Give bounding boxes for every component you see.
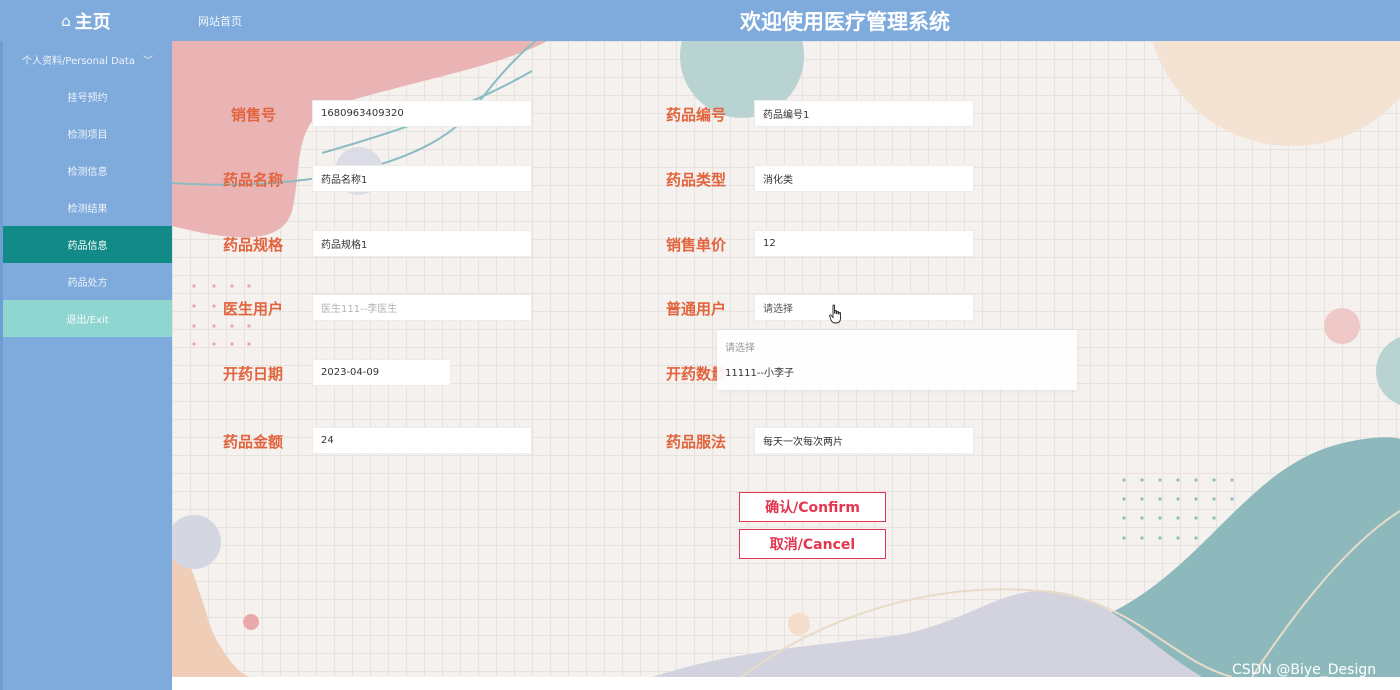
drug-code-label: 药品编号 [666, 106, 727, 124]
unit-price-label: 销售单价 [666, 236, 727, 254]
dropdown-option-placeholder[interactable]: 请选择 [717, 334, 1077, 359]
csdn-watermark: CSDN @Biye_Design [1232, 662, 1377, 678]
drug-type-input[interactable]: 消化类 [754, 165, 974, 192]
sidebar-item-test-items[interactable]: 检测项目 [3, 115, 172, 152]
sidebar-group-label: 个人资料/Personal Data [22, 56, 135, 67]
home-link[interactable]: ⌂ 主页 [0, 0, 172, 41]
confirm-button[interactable]: 确认/Confirm [739, 492, 886, 522]
drug-name-label: 药品名称 [223, 171, 284, 189]
site-home-link[interactable]: 网站首页 [198, 13, 242, 29]
home-icon: ⌂ [61, 11, 71, 30]
dropdown-option-user[interactable]: 11111--小李子 [717, 359, 1077, 384]
doctor-user-label: 医生用户 [223, 300, 284, 318]
sidebar-item-prescription[interactable]: 药品处方 [3, 263, 172, 300]
hand-cursor-icon [829, 304, 841, 324]
bottom-strip [172, 677, 1400, 690]
drug-name-input[interactable]: 药品名称1 [312, 165, 532, 192]
chevron-down-icon: ﹀ [142, 56, 153, 67]
normal-user-label: 普通用户 [666, 300, 727, 318]
drug-amount-label: 药品金额 [223, 433, 284, 451]
sidebar-item-test-results[interactable]: 检测结果 [3, 189, 172, 226]
prescribe-date-label: 开药日期 [223, 365, 284, 383]
unit-price-input[interactable]: 12 [754, 230, 974, 257]
drug-amount-input[interactable]: 24 [312, 427, 532, 454]
sidebar: 个人资料/Personal Data ﹀ 挂号预约 检测项目 检测信息 检测结果… [0, 41, 172, 690]
sale-no-label: 销售号 [231, 106, 277, 124]
system-title: 欢迎使用医疗管理系统 [740, 10, 950, 34]
sidebar-item-appointment[interactable]: 挂号预约 [3, 78, 172, 115]
normal-user-dropdown: 请选择 11111--小李子 [717, 330, 1077, 390]
home-label: 主页 [74, 11, 111, 33]
sidebar-item-drug-info[interactable]: 药品信息 [3, 226, 172, 263]
normal-user-select[interactable]: 请选择 [754, 294, 974, 321]
doctor-user-select[interactable]: 医生111--李医生 [312, 294, 532, 321]
cancel-button[interactable]: 取消/Cancel [739, 529, 886, 559]
drug-usage-input[interactable]: 每天一次每次两片 [754, 427, 974, 454]
top-bar: ⌂ 主页 网站首页 欢迎使用医疗管理系统 [0, 0, 1400, 41]
drug-spec-label: 药品规格 [223, 236, 284, 254]
sidebar-item-exit[interactable]: 退出/Exit [3, 300, 172, 337]
drug-type-label: 药品类型 [666, 171, 727, 189]
sidebar-group-personal-data[interactable]: 个人资料/Personal Data ﹀ [3, 41, 172, 78]
drug-code-input[interactable]: 药品编号1 [754, 100, 974, 127]
prescribe-date-input[interactable]: 2023-04-09 [312, 359, 451, 386]
drug-spec-input[interactable]: 药品规格1 [312, 230, 532, 257]
drug-usage-label: 药品服法 [666, 433, 727, 451]
sale-no-input[interactable]: 1680963409320 [312, 100, 532, 127]
sidebar-item-test-info[interactable]: 检测信息 [3, 152, 172, 189]
